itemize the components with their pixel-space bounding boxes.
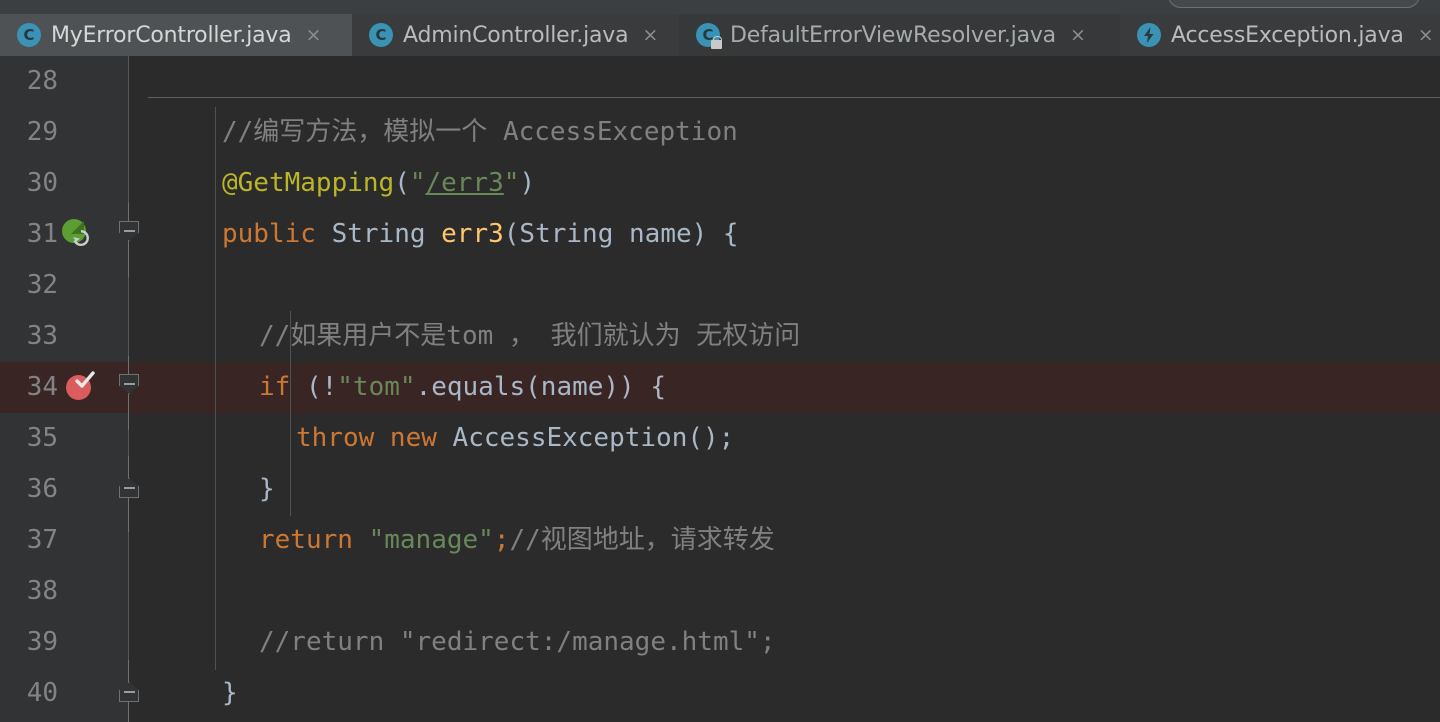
code-line-row[interactable]: 40} — [0, 660, 1440, 722]
token-str: " — [503, 168, 520, 198]
token-str: "manage" — [368, 525, 494, 555]
code-line-row[interactable]: 38 — [0, 566, 1440, 617]
indent-guide — [215, 107, 216, 670]
code-line-row[interactable]: 29 //编写方法，模拟一个 AccessException — [0, 107, 1440, 158]
token-kw: public — [222, 219, 332, 249]
line-number: 29 — [26, 117, 58, 147]
code-line-row[interactable]: 39 //return "redirect:/manage.html"; — [0, 617, 1440, 668]
close-icon[interactable]: × — [1418, 25, 1434, 45]
code-text: if (!"tom".equals(name)) { — [259, 362, 666, 413]
token-txt: } — [259, 474, 275, 504]
token-str: " — [409, 168, 426, 198]
code-text: public String err3(String name) { — [222, 209, 739, 260]
editor-tab[interactable]: C DefaultErrorViewResolver.java × — [679, 14, 1120, 56]
line-number: 39 — [26, 627, 58, 657]
line-number: 38 — [26, 576, 58, 606]
line-number: 31 — [26, 219, 58, 249]
editor-tab[interactable]: AccessException.java × — [1120, 14, 1440, 56]
token-cmt: //return "redirect:/manage.html"; — [259, 627, 776, 657]
token-mth: err3 — [441, 219, 504, 249]
code-line-row[interactable]: 33 //如果用户不是tom ， 我们就认为 无权访问 — [0, 311, 1440, 362]
token-ann: @GetMapping — [222, 168, 395, 198]
token-cmt: //如果用户不是tom ， 我们就认为 无权访问 — [259, 321, 801, 351]
token-url: /err3 — [425, 168, 504, 198]
line-number: 28 — [26, 66, 58, 96]
token-txt: } — [222, 678, 238, 708]
token-str: "tom" — [337, 372, 416, 402]
class-letter: C — [23, 26, 35, 44]
method-separator-line — [148, 97, 1440, 98]
line-number: 30 — [26, 168, 58, 198]
close-icon[interactable]: × — [1070, 25, 1086, 45]
editor-tab-bar: C MyErrorController.java × C AdminController… — [0, 14, 1440, 62]
fold-start-marker[interactable] — [115, 203, 142, 277]
code-line-row[interactable]: 28 — [0, 56, 1440, 107]
token-txt: String — [331, 219, 442, 249]
code-line-row[interactable]: 30 @GetMapping("/err3") — [0, 158, 1440, 209]
lock-icon — [711, 36, 722, 49]
token-kw: ; — [493, 525, 510, 555]
token-kw: throw — [296, 423, 390, 453]
code-text: return "manage";//视图地址，请求转发 — [259, 515, 775, 566]
token-kw: new — [389, 423, 453, 453]
token-pun: ( — [394, 168, 410, 198]
close-icon[interactable]: × — [642, 25, 658, 45]
run-gutter-icon[interactable] — [62, 219, 92, 249]
code-editor[interactable]: 28 29 //编写方法，模拟一个 AccessException 30 @GetMap… — [0, 56, 1440, 722]
toolbar-strip — [0, 0, 1440, 14]
token-pun: ) — [519, 168, 536, 198]
token-kw: if — [259, 372, 306, 402]
fold-start-marker[interactable] — [115, 356, 142, 430]
line-number: 36 — [26, 474, 58, 504]
token-txt: (String name) { — [503, 219, 739, 249]
java-class-readonly-icon: C — [695, 22, 722, 49]
editor-tab-label: AdminController.java — [403, 22, 629, 48]
breakpoint-verified-icon[interactable] — [66, 371, 98, 402]
line-number: 40 — [26, 678, 58, 708]
code-text: //如果用户不是tom ， 我们就认为 无权访问 — [259, 311, 800, 362]
line-number: 32 — [26, 270, 58, 300]
code-text: //return "redirect:/manage.html"; — [259, 617, 776, 668]
java-class-icon: C — [16, 22, 42, 48]
token-kw: return — [259, 525, 369, 555]
navbar-search-field[interactable] — [1168, 0, 1420, 8]
code-line-row[interactable]: 35 throw new AccessException(); — [0, 413, 1440, 464]
line-number: 34 — [26, 372, 58, 402]
class-letter: C — [375, 26, 387, 44]
code-line-row[interactable]: 36} — [0, 456, 1440, 532]
editor-tab[interactable]: C MyErrorController.java × — [0, 14, 352, 62]
java-class-icon: C — [368, 22, 394, 48]
code-line-row[interactable]: 34 if (!"tom".equals(name)) { — [0, 356, 1440, 430]
close-icon[interactable]: × — [306, 25, 322, 45]
indent-guide — [290, 311, 291, 516]
code-text: throw new AccessException(); — [296, 413, 734, 464]
token-txt: .equals(name)) { — [415, 372, 667, 402]
code-text: @GetMapping("/err3") — [222, 158, 535, 209]
code-text: } — [222, 668, 238, 719]
token-cmt: //编写方法，模拟一个 AccessException — [222, 117, 738, 147]
fold-end-marker[interactable] — [115, 456, 142, 532]
editor-tab[interactable]: C AdminController.java × — [352, 14, 679, 56]
line-number: 37 — [26, 525, 58, 555]
fold-end-marker[interactable] — [115, 660, 142, 722]
editor-tab-label: MyErrorController.java — [51, 22, 292, 48]
code-line-row[interactable]: 31 public String err3(String name) { — [0, 203, 1440, 277]
token-cmt: //视图地址，请求转发 — [509, 525, 775, 555]
token-txt: AccessException(); — [452, 423, 735, 453]
token-txt: (! — [305, 372, 338, 402]
editor-tab-label: AccessException.java — [1171, 22, 1404, 48]
code-line-row[interactable]: 37 return "manage";//视图地址，请求转发 — [0, 515, 1440, 566]
editor-tab-label: DefaultErrorViewResolver.java — [730, 22, 1056, 48]
line-number: 35 — [26, 423, 58, 453]
code-text: //编写方法，模拟一个 AccessException — [222, 107, 738, 158]
line-number: 33 — [26, 321, 58, 351]
code-line-row[interactable]: 32 — [0, 260, 1440, 311]
java-exception-icon — [1136, 22, 1162, 48]
code-text: } — [259, 464, 275, 515]
